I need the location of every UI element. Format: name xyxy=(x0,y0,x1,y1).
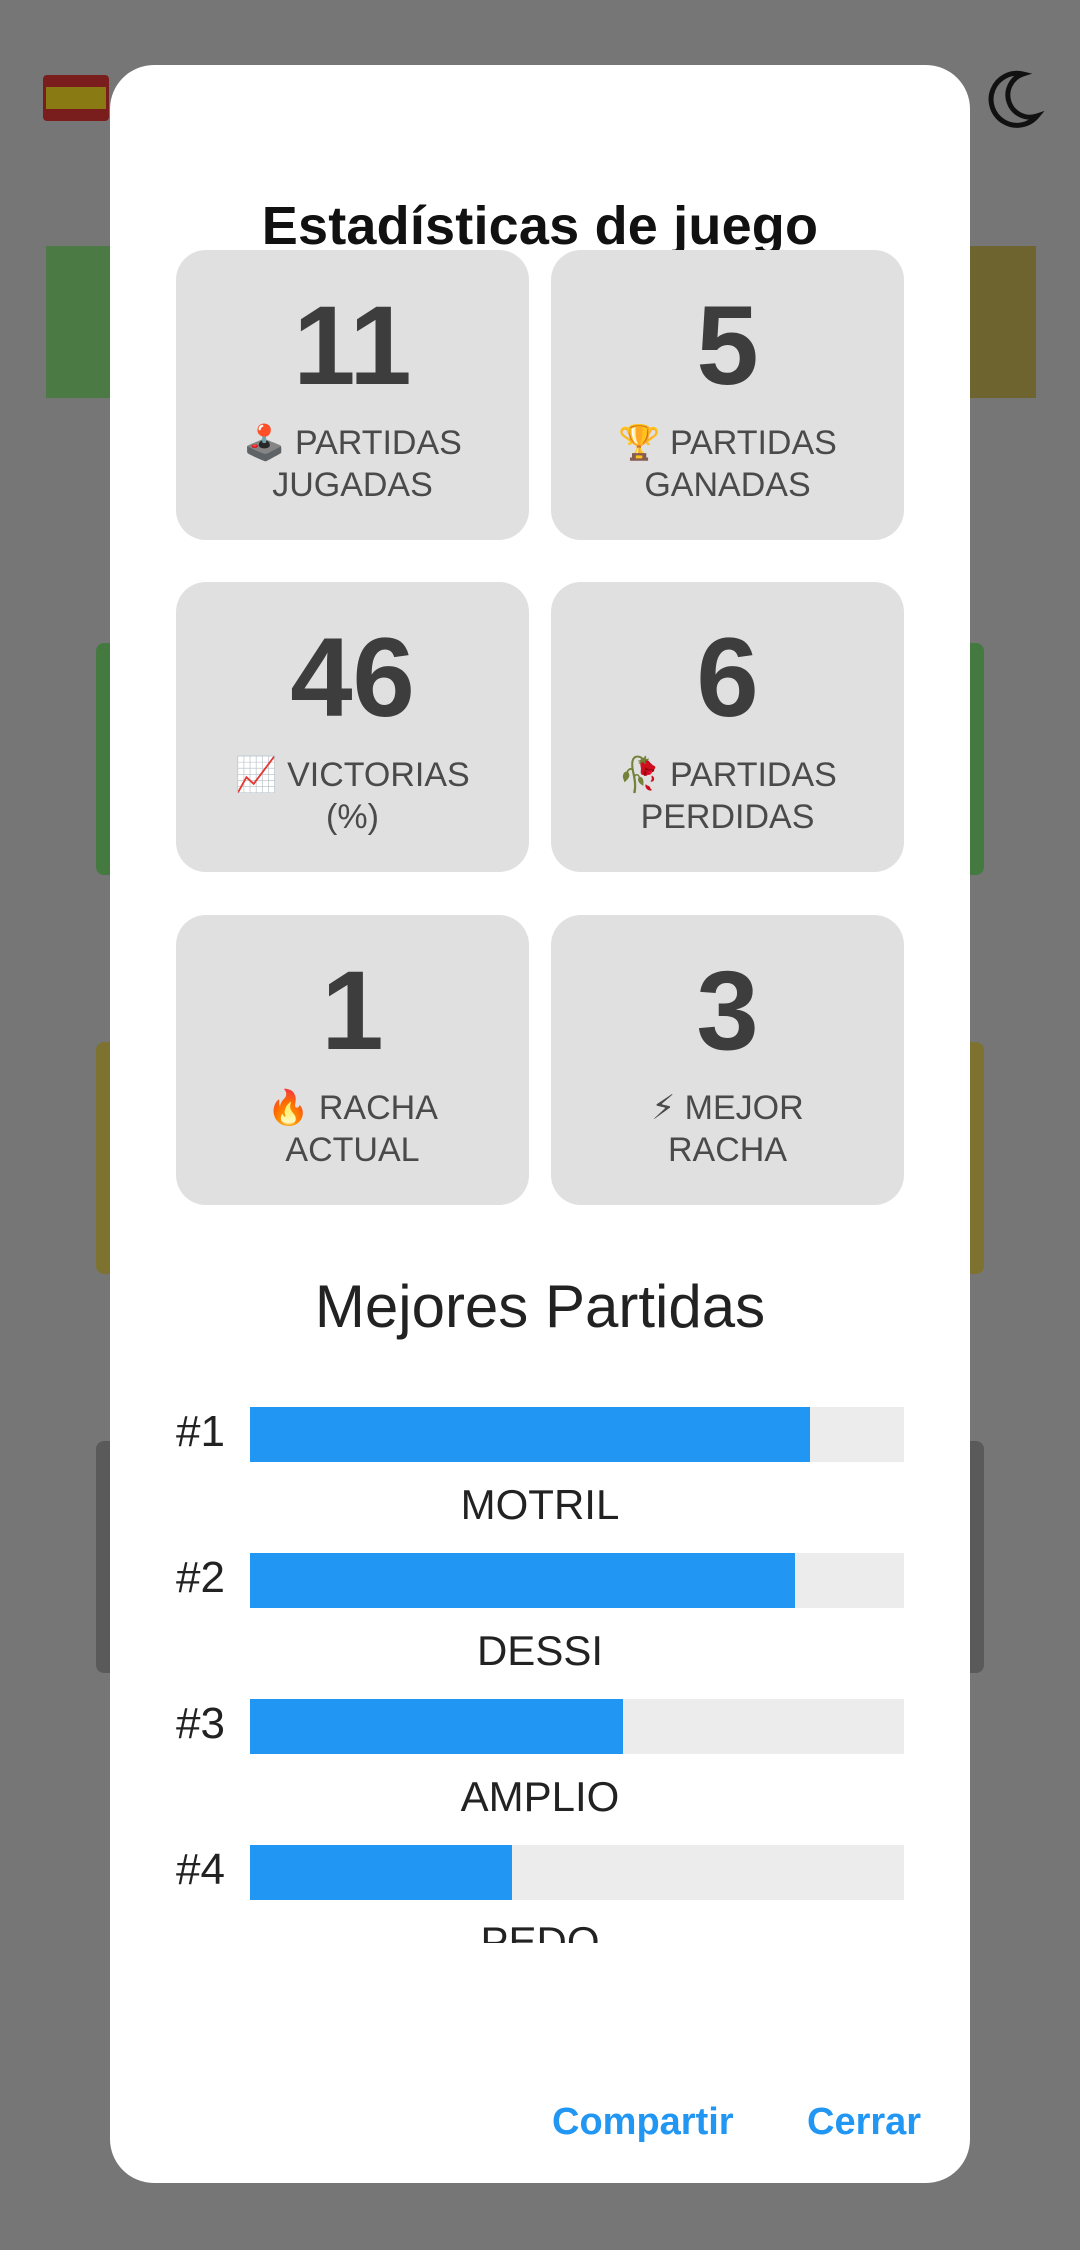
stat-label: 🕹️ PARTIDAS JUGADAS xyxy=(243,423,462,504)
best-game-rank: #2 xyxy=(176,1553,225,1602)
best-game-bar xyxy=(250,1553,904,1608)
stat-value: 6 xyxy=(696,615,759,740)
dialog-title: Estadísticas de juego xyxy=(261,196,819,256)
stat-card-win-percent: 46 📈 VICTORIAS (%) xyxy=(176,582,529,872)
best-game-bar-fill xyxy=(250,1553,795,1608)
close-button[interactable]: Cerrar xyxy=(807,2101,921,2144)
best-game-rank: #1 xyxy=(176,1407,225,1456)
stat-label: 🏆 PARTIDAS GANADAS xyxy=(618,423,837,504)
lightning-icon: ⚡ xyxy=(651,1088,676,1128)
stat-label: 🔥 RACHA ACTUAL xyxy=(267,1088,438,1169)
best-game-bar-fill xyxy=(250,1407,811,1462)
dialog-scroll-content[interactable]: Estadísticas de juego 11 🕹️ PARTIDAS JUG… xyxy=(110,65,970,1943)
stat-card-current-streak: 1 🔥 RACHA ACTUAL xyxy=(176,915,529,1205)
stat-value: 5 xyxy=(696,283,759,408)
stat-label: ⚡ MEJOR RACHA xyxy=(651,1088,804,1169)
stat-label: 📈 VICTORIAS (%) xyxy=(235,755,470,836)
best-game-word: PEDO xyxy=(480,1918,600,1943)
fire-icon: 🔥 xyxy=(267,1088,310,1128)
best-game-bar-fill xyxy=(250,1699,624,1754)
stats-dialog: Estadísticas de juego 11 🕹️ PARTIDAS JUG… xyxy=(110,65,970,2183)
stat-value: 3 xyxy=(696,948,759,1073)
stat-card-best-streak: 3 ⚡ MEJOR RACHA xyxy=(551,915,904,1205)
trophy-icon: 🏆 xyxy=(618,423,661,463)
best-game-bar xyxy=(250,1845,904,1900)
chart-increasing-icon: 📈 xyxy=(235,755,278,795)
best-game-bar xyxy=(250,1699,904,1754)
moon-icon[interactable] xyxy=(985,68,1045,128)
best-game-word: DESSI xyxy=(476,1627,604,1674)
stat-label: 🥀 PARTIDAS PERDIDAS xyxy=(618,755,837,836)
best-game-rank: #3 xyxy=(176,1699,225,1748)
joystick-icon: 🕹️ xyxy=(243,423,286,463)
wilted-flower-icon: 🥀 xyxy=(618,755,661,795)
stat-card-played: 11 🕹️ PARTIDAS JUGADAS xyxy=(176,250,529,540)
best-game-rank: #4 xyxy=(176,1845,225,1894)
best-game-bar xyxy=(250,1407,904,1462)
share-button[interactable]: Compartir xyxy=(552,2101,734,2144)
language-flag[interactable] xyxy=(43,75,109,121)
best-game-word: MOTRIL xyxy=(460,1481,620,1528)
best-game-bar-fill xyxy=(250,1845,512,1900)
stat-card-lost: 6 🥀 PARTIDAS PERDIDAS xyxy=(551,582,904,872)
stat-value: 1 xyxy=(321,948,384,1073)
stat-card-won: 5 🏆 PARTIDAS GANADAS xyxy=(551,250,904,540)
best-game-word: AMPLIO xyxy=(460,1773,620,1820)
stat-value: 46 xyxy=(290,615,415,740)
stat-value: 11 xyxy=(293,283,412,408)
best-games-title: Mejores Partidas xyxy=(314,1273,766,1340)
